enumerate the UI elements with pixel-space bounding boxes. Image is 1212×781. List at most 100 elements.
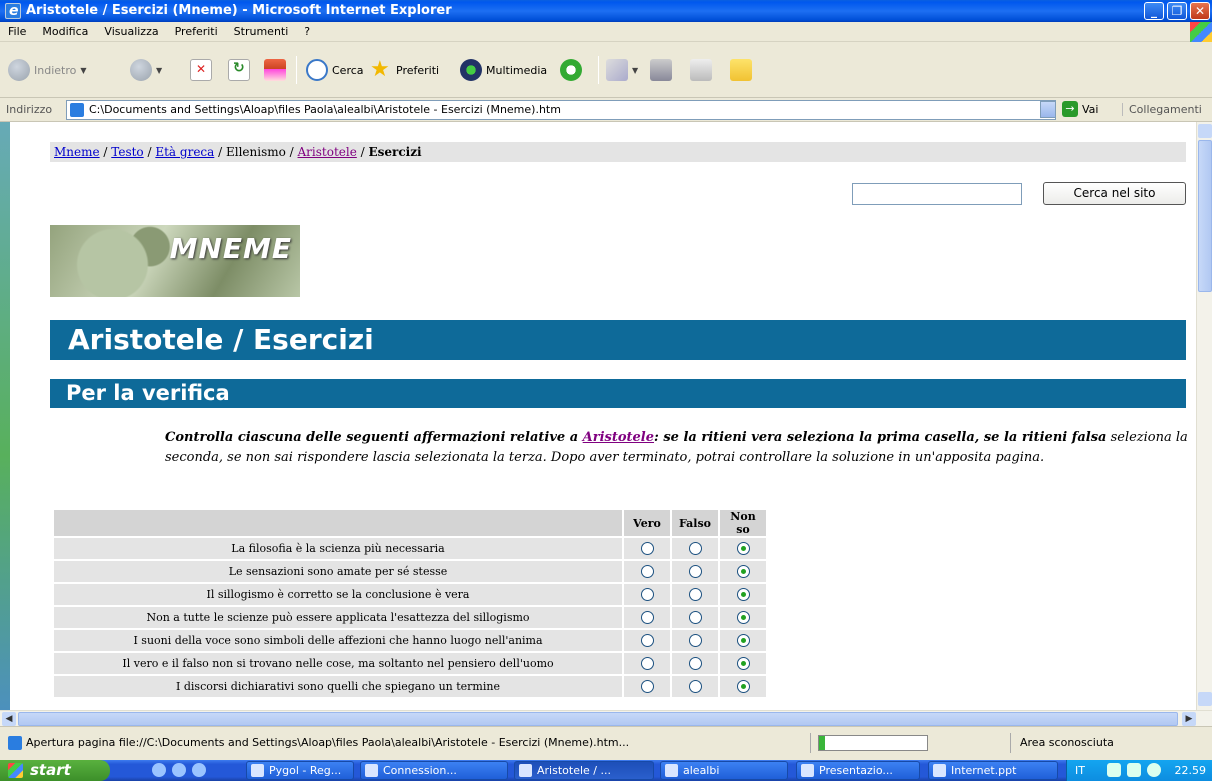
- task-connessione[interactable]: Connession...: [360, 761, 508, 780]
- stop-button[interactable]: [190, 58, 212, 82]
- task-internet-ppt[interactable]: Internet.ppt: [928, 761, 1058, 780]
- mneme-logo[interactable]: MNEME: [50, 225, 300, 297]
- radio-vero[interactable]: [640, 565, 654, 579]
- ie-quicklaunch-icon[interactable]: [152, 763, 166, 777]
- radio-falso[interactable]: [688, 588, 702, 602]
- forward-arrow-icon: [130, 59, 152, 81]
- radio-falso[interactable]: [688, 565, 702, 579]
- radio-falso[interactable]: [688, 680, 702, 694]
- menu-help[interactable]: ?: [296, 22, 318, 42]
- favorites-button[interactable]: ★ Preferiti: [370, 58, 439, 82]
- maximize-button[interactable]: ❐: [1167, 2, 1187, 20]
- chevron-down-icon[interactable]: ▼: [156, 66, 162, 75]
- radio-falso[interactable]: [688, 542, 702, 556]
- help-icon[interactable]: [1107, 763, 1121, 777]
- refresh-button[interactable]: [228, 58, 250, 82]
- mail-button[interactable]: ▼: [606, 58, 638, 82]
- radio-non-so[interactable]: [736, 634, 750, 648]
- radio-falso[interactable]: [688, 611, 702, 625]
- links-button[interactable]: Collegamenti: [1122, 103, 1202, 116]
- crumb-eta-greca[interactable]: Età greca: [155, 145, 214, 159]
- hscroll-thumb[interactable]: [18, 712, 1178, 726]
- radio-vero[interactable]: [640, 611, 654, 625]
- taskbar: start Pygol - Reg... Connession... Arist…: [0, 760, 1212, 781]
- scroll-up-button[interactable]: [1198, 124, 1212, 138]
- scroll-left-button[interactable]: ◀: [2, 712, 16, 726]
- menu-modifica[interactable]: Modifica: [34, 22, 96, 42]
- cell-vero: [624, 584, 670, 605]
- page-content: Mneme / Testo / Età greca / Ellenismo / …: [10, 122, 1196, 710]
- media-button[interactable]: Multimedia: [460, 58, 547, 82]
- print-button[interactable]: [650, 58, 672, 82]
- radio-non-so[interactable]: [736, 657, 750, 671]
- forward-button[interactable]: ▼: [130, 58, 162, 82]
- start-button[interactable]: start: [0, 760, 110, 781]
- media-quicklaunch-icon[interactable]: [192, 763, 206, 777]
- table-row: Il vero e il falso non si trovano nelle …: [54, 653, 766, 674]
- table-row: I discorsi dichiarativi sono quelli che …: [54, 676, 766, 697]
- chevron-down-icon[interactable]: ▼: [80, 66, 86, 75]
- crumb-aristotele[interactable]: Aristotele: [298, 145, 357, 159]
- radio-non-so[interactable]: [736, 611, 750, 625]
- horizontal-scrollbar[interactable]: ◀ ▶: [0, 710, 1212, 726]
- menu-strumenti[interactable]: Strumenti: [226, 22, 297, 42]
- statement-text: La filosofia è la scienza più necessaria: [54, 538, 622, 559]
- home-button[interactable]: [264, 58, 286, 82]
- radio-vero[interactable]: [640, 680, 654, 694]
- logo-text: MNEME: [169, 232, 292, 265]
- radio-vero[interactable]: [640, 588, 654, 602]
- intro-aristotele-link[interactable]: Aristotele: [583, 430, 654, 445]
- radio-vero[interactable]: [640, 542, 654, 556]
- close-button[interactable]: ✕: [1190, 2, 1210, 20]
- radio-non-so[interactable]: [736, 588, 750, 602]
- radio-falso[interactable]: [688, 657, 702, 671]
- history-button[interactable]: [560, 58, 582, 82]
- crumb-mneme[interactable]: Mneme: [54, 145, 100, 159]
- radio-non-so[interactable]: [736, 680, 750, 694]
- task-presentazione[interactable]: Presentazio...: [796, 761, 920, 780]
- menu-file[interactable]: File: [0, 22, 34, 42]
- radio-vero[interactable]: [640, 634, 654, 648]
- scroll-thumb[interactable]: [1198, 140, 1212, 292]
- task-pygol[interactable]: Pygol - Reg...: [246, 761, 354, 780]
- back-button[interactable]: Indietro ▼: [8, 58, 87, 82]
- cell-non-so: [720, 676, 766, 697]
- intro-bold-after: : se la ritieni vera seleziona la prima …: [654, 430, 1107, 445]
- language-indicator[interactable]: IT: [1075, 760, 1085, 781]
- table-row: Le sensazioni sono amate per sé stesse: [54, 561, 766, 582]
- edit-button[interactable]: [690, 58, 712, 82]
- cell-falso: [672, 538, 718, 559]
- radio-non-so[interactable]: [736, 565, 750, 579]
- site-search-input[interactable]: [852, 183, 1022, 205]
- menu-visualizza[interactable]: Visualizza: [96, 22, 166, 42]
- go-button[interactable]: → Vai: [1062, 101, 1098, 117]
- table-row: I suoni della voce sono simboli delle af…: [54, 630, 766, 651]
- minimize-button[interactable]: _: [1144, 2, 1164, 20]
- network-icon[interactable]: [1127, 763, 1141, 777]
- go-label: Vai: [1082, 102, 1099, 116]
- search-button[interactable]: Cerca: [306, 58, 364, 82]
- radio-vero[interactable]: [640, 657, 654, 671]
- task-aristotele[interactable]: Aristotele / ...: [514, 761, 654, 780]
- cell-falso: [672, 676, 718, 697]
- site-search-button[interactable]: Cerca nel sito: [1043, 182, 1186, 205]
- menu-preferiti[interactable]: Preferiti: [167, 22, 226, 42]
- chevron-down-icon[interactable]: ▼: [632, 66, 638, 75]
- header-falso: Falso: [672, 510, 718, 536]
- radio-non-so[interactable]: [736, 542, 750, 556]
- radio-falso[interactable]: [688, 634, 702, 648]
- title-bar[interactable]: Aristotele / Esercizi (Mneme) - Microsof…: [0, 0, 1212, 22]
- scroll-right-button[interactable]: ▶: [1182, 712, 1196, 726]
- address-input[interactable]: C:\Documents and Settings\Aloap\files Pa…: [66, 100, 1056, 120]
- vertical-scrollbar[interactable]: [1196, 122, 1212, 710]
- folder-button[interactable]: [730, 58, 752, 82]
- ie-quicklaunch-icon[interactable]: [172, 763, 186, 777]
- task-alealbi[interactable]: alealbi: [660, 761, 788, 780]
- search-label: Cerca: [332, 63, 364, 77]
- window-title: Aristotele / Esercizi (Mneme) - Microsof…: [26, 3, 452, 18]
- volume-icon[interactable]: [1147, 763, 1161, 777]
- scroll-down-button[interactable]: [1198, 692, 1212, 706]
- home-icon: [264, 59, 286, 81]
- crumb-testo[interactable]: Testo: [111, 145, 143, 159]
- address-dropdown[interactable]: [1040, 101, 1056, 118]
